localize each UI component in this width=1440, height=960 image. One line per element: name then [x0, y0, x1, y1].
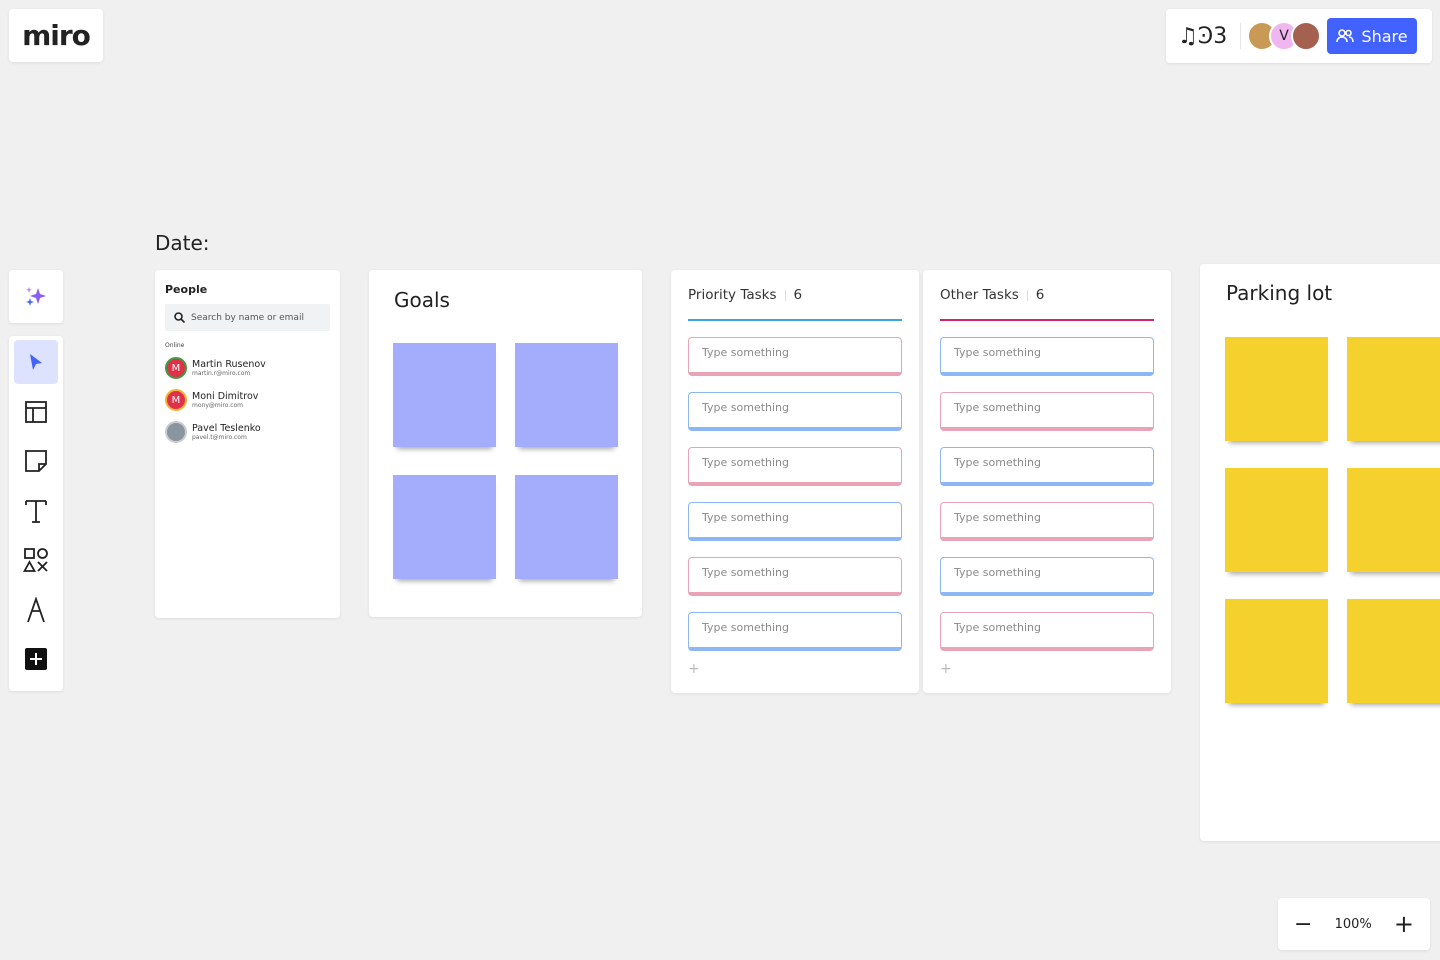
- divider: [784, 289, 786, 301]
- sticky-note-tool[interactable]: [14, 439, 58, 483]
- text-tool[interactable]: [14, 489, 58, 533]
- person-name: Martin Rusenov: [192, 359, 266, 370]
- miro-logo[interactable]: miro: [9, 9, 103, 62]
- column-underline: [688, 319, 902, 321]
- task-card[interactable]: Type something: [940, 612, 1154, 651]
- cursor-icon: [30, 354, 42, 370]
- task-card[interactable]: Type something: [940, 447, 1154, 486]
- zoom-out-button[interactable]: −: [1294, 912, 1312, 937]
- toolbar: [9, 336, 63, 691]
- divider: [1240, 23, 1241, 49]
- person-name: Pavel Teslenko: [192, 423, 261, 434]
- task-card[interactable]: Type something: [688, 392, 902, 431]
- pen-tool[interactable]: [14, 588, 58, 632]
- users-icon: [1336, 29, 1355, 43]
- search-icon: [174, 312, 185, 323]
- parking-lot-title: Parking lot: [1226, 281, 1333, 305]
- online-label: Online: [165, 342, 185, 349]
- person-email: mony@miro.com: [192, 402, 244, 409]
- column-header: Priority Tasks 6: [688, 286, 902, 304]
- goals-title: Goals: [394, 288, 450, 312]
- music-notes-board-icon[interactable]: ♫Ͽ3: [1178, 24, 1240, 49]
- zoom-in-button[interactable]: +: [1394, 910, 1414, 938]
- add-tool[interactable]: [14, 637, 58, 681]
- people-search-input[interactable]: Search by name or email: [165, 304, 330, 331]
- sticky-note[interactable]: [515, 475, 618, 579]
- column-count: 6: [793, 287, 803, 303]
- sticky-note[interactable]: [1225, 468, 1328, 572]
- goals-frame: Goals: [369, 270, 642, 617]
- search-placeholder: Search by name or email: [191, 312, 304, 323]
- sticky-note[interactable]: [393, 475, 496, 579]
- avatar: M: [165, 357, 187, 379]
- avatar[interactable]: [1291, 21, 1321, 51]
- avatar: M: [165, 389, 187, 411]
- column-title: Other Tasks: [940, 287, 1019, 303]
- sticky-note[interactable]: [393, 343, 496, 447]
- sticky-note[interactable]: [1347, 599, 1440, 703]
- person-item[interactable]: Pavel Teslenko pavel.t@miro.com: [165, 419, 330, 445]
- plus-box-icon: [25, 648, 47, 670]
- people-title: People: [165, 283, 208, 296]
- share-button[interactable]: Share: [1327, 18, 1417, 54]
- sparkle-icon: [26, 286, 46, 306]
- person-item[interactable]: M Moni Dimitrov mony@miro.com: [165, 387, 330, 413]
- templates-tool[interactable]: [14, 390, 58, 434]
- sticky-note-icon: [25, 450, 47, 472]
- sticky-note[interactable]: [1347, 337, 1440, 441]
- task-card[interactable]: Type something: [688, 447, 902, 486]
- text-icon: [25, 499, 47, 523]
- person-email: pavel.t@miro.com: [192, 434, 247, 441]
- shapes-icon: [23, 548, 48, 572]
- task-card[interactable]: Type something: [940, 392, 1154, 431]
- sticky-note[interactable]: [1347, 468, 1440, 572]
- person-email: martin.r@miro.com: [192, 370, 251, 377]
- parking-lot-frame: Parking lot: [1200, 264, 1440, 841]
- task-card[interactable]: Type something: [688, 612, 902, 651]
- sticky-note[interactable]: [1225, 599, 1328, 703]
- task-card[interactable]: Type something: [940, 337, 1154, 376]
- shapes-tool[interactable]: [14, 538, 58, 582]
- priority-tasks-column: Priority Tasks 6 Type something Type someth…: [671, 270, 919, 693]
- zoom-level[interactable]: 100%: [1335, 917, 1372, 932]
- column-count: 6: [1035, 287, 1045, 303]
- date-label[interactable]: Date:: [155, 231, 210, 255]
- zoom-control: − 100% +: [1278, 898, 1430, 950]
- add-card-button[interactable]: +: [940, 661, 1154, 677]
- task-card[interactable]: Type something: [940, 557, 1154, 596]
- task-card[interactable]: Type something: [688, 502, 902, 541]
- layout-icon: [25, 400, 47, 423]
- sticky-note[interactable]: [515, 343, 618, 447]
- ai-sparkle-button[interactable]: [9, 270, 63, 323]
- select-tool[interactable]: [14, 340, 58, 384]
- task-card[interactable]: Type something: [688, 337, 902, 376]
- board-header: ♫Ͽ3 V Share: [1166, 9, 1432, 63]
- sticky-note[interactable]: [1225, 337, 1328, 441]
- pen-icon: [27, 596, 45, 622]
- person-item[interactable]: M Martin Rusenov martin.r@miro.com: [165, 355, 330, 381]
- divider: [1026, 289, 1028, 301]
- avatar: [165, 421, 187, 443]
- column-title: Priority Tasks: [688, 287, 777, 303]
- column-header: Other Tasks 6: [940, 286, 1154, 304]
- person-name: Moni Dimitrov: [192, 391, 259, 402]
- task-card[interactable]: Type something: [688, 557, 902, 596]
- column-underline: [940, 319, 1154, 321]
- people-panel: People Search by name or email Online M …: [155, 270, 340, 618]
- share-label: Share: [1361, 26, 1408, 46]
- add-card-button[interactable]: +: [688, 661, 902, 677]
- other-tasks-column: Other Tasks 6 Type something Type something…: [923, 270, 1171, 693]
- task-card[interactable]: Type something: [940, 502, 1154, 541]
